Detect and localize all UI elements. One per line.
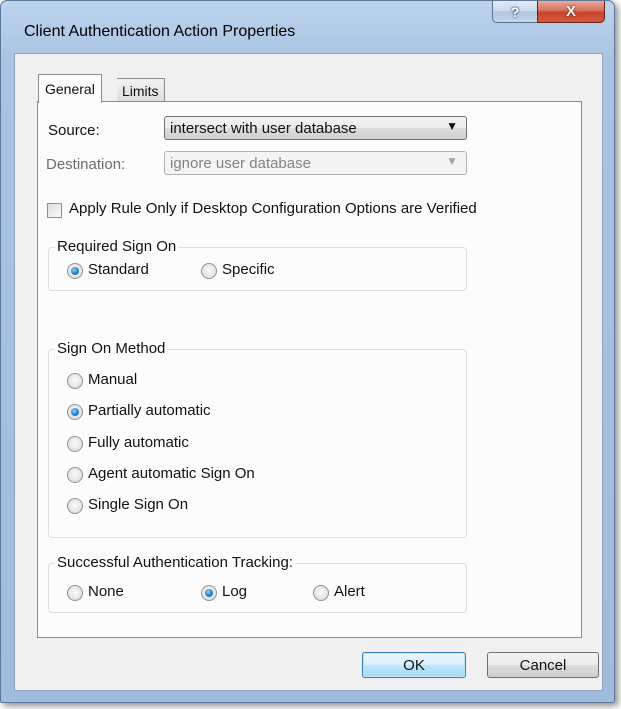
specific-radio[interactable] [201,263,217,279]
tracking-alert-label[interactable]: Alert [334,583,365,600]
tracking-none-label[interactable]: None [88,583,124,600]
cancel-button[interactable]: Cancel [487,652,599,678]
required-sign-on-group: Required Sign On Standard Specific [48,238,467,291]
tracking-log-label[interactable]: Log [222,583,247,600]
chevron-down-icon: ▼ [446,119,458,133]
manual-label[interactable]: Manual [88,371,137,388]
standard-radio[interactable] [67,263,83,279]
single-sign-on-label[interactable]: Single Sign On [88,496,188,513]
tab-general[interactable]: General [38,74,102,103]
close-button[interactable]: X [537,1,605,23]
tracking-log-radio[interactable] [201,585,217,601]
fully-automatic-radio[interactable] [67,436,83,452]
tracking-group: Successful Authentication Tracking: None… [48,554,467,613]
sign-on-method-legend: Sign On Method [55,340,168,357]
dialog-client-area: General Limits Source: intersect with us… [14,53,603,691]
chevron-down-icon: ▼ [446,154,458,168]
source-label: Source: [48,122,100,139]
source-combobox[interactable]: intersect with user database ▼ [164,116,467,140]
dialog-window: Client Authentication Action Properties … [0,0,615,703]
apply-rule-label[interactable]: Apply Rule Only if Desktop Configuration… [69,200,477,217]
tracking-legend: Successful Authentication Tracking: [55,554,295,571]
window-title: Client Authentication Action Properties [24,23,296,40]
sign-on-method-group: Sign On Method Manual Partially automati… [48,340,467,538]
agent-automatic-radio[interactable] [67,467,83,483]
tab-limits[interactable]: Limits [117,78,165,102]
source-value: intersect with user database [170,120,357,137]
destination-value: ignore user database [170,155,311,172]
close-icon: X [565,3,576,20]
destination-combobox[interactable]: ignore user database ▼ [164,151,467,175]
fully-automatic-label[interactable]: Fully automatic [88,434,189,451]
tracking-alert-radio[interactable] [313,585,329,601]
help-button[interactable]: ? [492,1,538,23]
general-tab-page: Source: intersect with user database ▼ D… [37,101,582,638]
apply-rule-checkbox[interactable] [47,203,62,218]
help-icon: ? [510,3,520,20]
specific-label[interactable]: Specific [222,261,275,278]
partially-automatic-label[interactable]: Partially automatic [88,402,211,419]
partially-automatic-radio[interactable] [67,404,83,420]
single-sign-on-radio[interactable] [67,498,83,514]
ok-button[interactable]: OK [362,652,466,678]
tracking-none-radio[interactable] [67,585,83,601]
manual-radio[interactable] [67,373,83,389]
agent-automatic-label[interactable]: Agent automatic Sign On [88,465,255,482]
destination-label: Destination: [46,156,126,173]
standard-label[interactable]: Standard [88,261,149,278]
required-sign-on-legend: Required Sign On [55,238,179,255]
